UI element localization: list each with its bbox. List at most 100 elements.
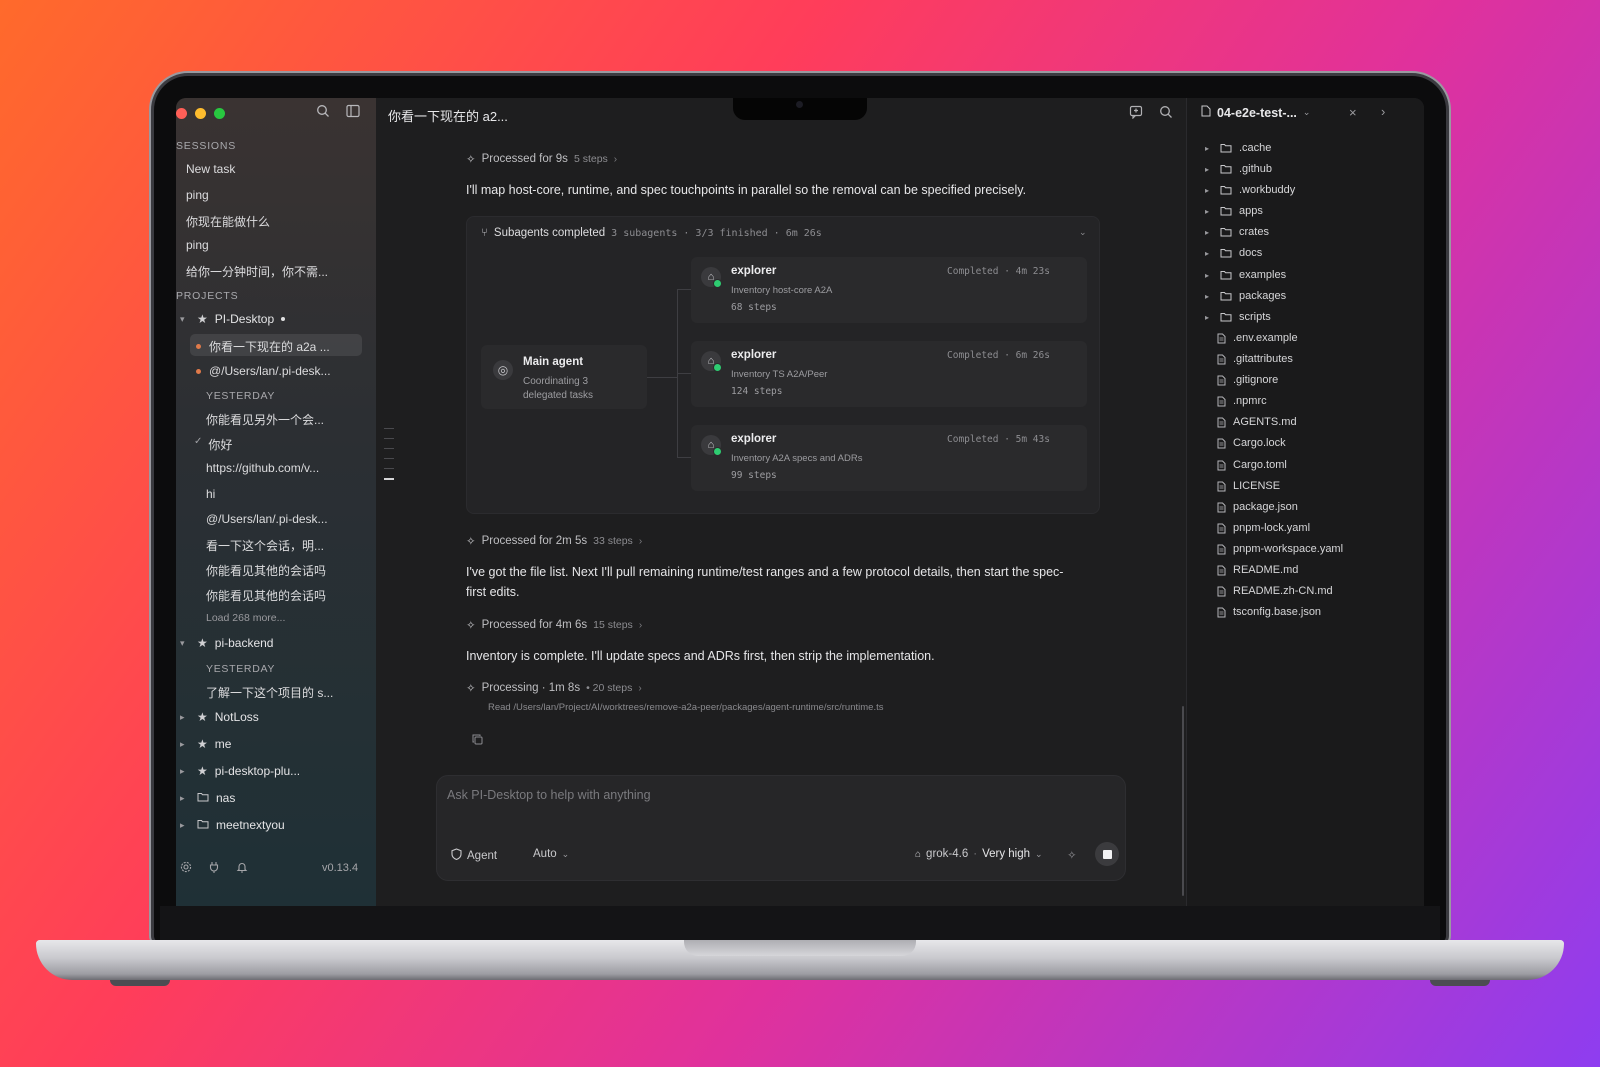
session-item[interactable]: ping [186,238,209,252]
scroll-minimap[interactable] [384,428,394,489]
session-item[interactable]: 你能看见另外一个会... [206,411,324,428]
file-item[interactable]: pnpm-lock.yaml [1217,522,1310,534]
main-agent-node[interactable]: ◎ Main agent Coordinating 3 delegated ta… [481,345,647,409]
model-label: grok-4.6 [926,848,969,860]
project-pi-backend[interactable]: ▾ ★ pi-backend [180,636,273,650]
subagents-count: 3 subagents [611,227,678,239]
workspace-name: 04-e2e-test-... [1217,105,1297,120]
session-item[interactable]: https://github.com/v... [206,461,319,475]
file-item[interactable]: README.zh-CN.md [1217,585,1333,597]
file-item[interactable]: package.json [1217,501,1298,513]
session-item[interactable]: 你能看见其他的会话吗 [206,587,326,604]
toggle-sidebar-icon[interactable] [346,104,360,118]
session-item[interactable]: @/Users/lan/.pi-desk... [206,512,328,526]
copy-icon[interactable] [472,732,483,750]
subagent-card[interactable]: ⌂ explorer Completed · 5m 43s Inventory … [691,425,1087,491]
processed-summary[interactable]: ✧ Processed for 2m 5s 33 steps › [466,534,642,548]
file-item[interactable]: .gitattributes [1217,353,1293,365]
file-item[interactable]: AGENTS.md [1217,416,1297,428]
chevron-right-icon: ▸ [180,738,185,749]
session-item[interactable]: ✓ 你好 [194,436,232,453]
subagent-card[interactable]: ⌂ explorer Completed · 6m 26s Inventory … [691,341,1087,407]
steps-count: 5 steps [573,153,608,165]
file-item[interactable]: .npmrc [1217,395,1267,407]
search-icon[interactable] [1159,105,1173,119]
session-item[interactable]: 了解一下这个项目的 s... [206,684,333,701]
file-item[interactable]: .env.example [1217,332,1298,344]
folder-item[interactable]: ▸ scripts [1205,311,1271,323]
active-session-item[interactable]: 你看一下现在的 a2a ... [196,338,330,355]
file-icon [1217,396,1226,407]
folder-item[interactable]: ▸ .github [1205,163,1272,175]
session-item[interactable]: ping [186,188,209,202]
laptop-base [36,940,1564,980]
project-pi-desktop-plu[interactable]: ▸ ★ pi-desktop-plu... [180,764,300,778]
subagents-header[interactable]: ⑂ Subagents completed 3 subagents · 3/3 … [481,227,822,239]
project-me[interactable]: ▸ ★ me [180,737,231,751]
scrollbar[interactable] [1182,706,1184,896]
processed-summary[interactable]: ✧ Processed for 4m 6s 15 steps › [466,618,642,632]
file-icon [1217,460,1226,471]
subagents-title: Subagents completed [493,227,606,239]
file-icon [1217,544,1226,555]
file-icon [1217,502,1226,513]
session-item[interactable]: 看一下这个会话，明... [206,537,324,554]
new-chat-icon[interactable] [1129,105,1143,119]
connector-line [647,377,677,378]
folder-item[interactable]: ▸ apps [1205,205,1263,217]
maximize-window-button[interactable] [214,108,225,119]
processed-summary[interactable]: ✧ Processed for 9s 5 steps › [466,152,617,166]
project-meetnextyou[interactable]: ▸ meetnextyou [180,818,285,832]
minimize-window-button[interactable] [195,108,206,119]
folder-item[interactable]: ▸ packages [1205,290,1286,302]
session-item[interactable]: 你现在能做什么 [186,213,270,230]
file-item[interactable]: Cargo.lock [1217,437,1286,449]
folder-item[interactable]: ▸ docs [1205,247,1262,259]
file-item[interactable]: tsconfig.base.json [1217,606,1321,618]
file-icon [1217,565,1226,576]
auto-select[interactable]: Auto ⌄ [533,848,569,860]
plugin-icon[interactable] [208,861,220,873]
file-item[interactable]: pnpm-workspace.yaml [1217,543,1343,555]
folder-item[interactable]: ▸ .workbuddy [1205,184,1295,196]
session-item[interactable]: 你能看见其他的会话吗 [206,562,326,579]
close-window-button[interactable] [176,108,187,119]
chevron-down-icon: ⌄ [1035,848,1043,859]
file-item[interactable]: .gitignore [1217,374,1278,386]
file-tree-header[interactable]: 04-e2e-test-... ⌄ [1201,105,1310,120]
chevron-right-icon[interactable]: › [1381,104,1385,119]
session-item[interactable]: @/Users/lan/.pi-desk... [196,364,331,378]
subagent-name: explorer [731,349,777,361]
project-notloss[interactable]: ▸ ★ NotLoss [180,710,259,724]
file-item[interactable]: Cargo.toml [1217,459,1287,471]
session-item[interactable]: New task [186,162,235,176]
folder-item[interactable]: ▸ crates [1205,226,1269,238]
settings-icon[interactable] [180,861,192,873]
laptop-foot [1430,980,1490,986]
project-nas[interactable]: ▸ nas [180,791,235,805]
search-icon[interactable] [316,104,330,118]
sparkle-icon[interactable]: ✧ [1067,848,1077,862]
folder-name: .github [1239,163,1273,175]
folder-item[interactable]: ▸ .cache [1205,142,1271,154]
prompt-input[interactable] [447,788,1047,802]
model-select[interactable]: ⌂ grok-4.6 · Very high ⌄ [915,848,1043,860]
folder-item[interactable]: ▸ examples [1205,269,1286,281]
chevron-right-icon: › [638,619,643,631]
file-item[interactable]: README.md [1217,564,1298,576]
file-name: AGENTS.md [1233,416,1297,428]
project-pi-desktop[interactable]: ▾ ★ PI-Desktop [180,312,286,326]
robot-icon: ⌂ [915,848,922,860]
agent-mode-button[interactable]: Agent [451,848,497,863]
file-item[interactable]: LICENSE [1217,480,1280,492]
chevron-down-icon[interactable]: ⌄ [1079,227,1087,238]
subagent-card[interactable]: ⌂ explorer Completed · 4m 23s Inventory … [691,257,1087,323]
session-item[interactable]: 给你一分钟时间，你不需... [186,263,328,280]
load-more-link[interactable]: Load 268 more... [206,612,285,624]
stop-button[interactable] [1095,842,1119,866]
processing-summary[interactable]: ✧ Processing · 1m 8s • 20 steps › [466,681,642,695]
close-icon[interactable]: × [1349,105,1357,120]
project-name: pi-backend [214,636,274,650]
session-item[interactable]: hi [206,487,215,501]
bell-icon[interactable] [236,861,248,873]
